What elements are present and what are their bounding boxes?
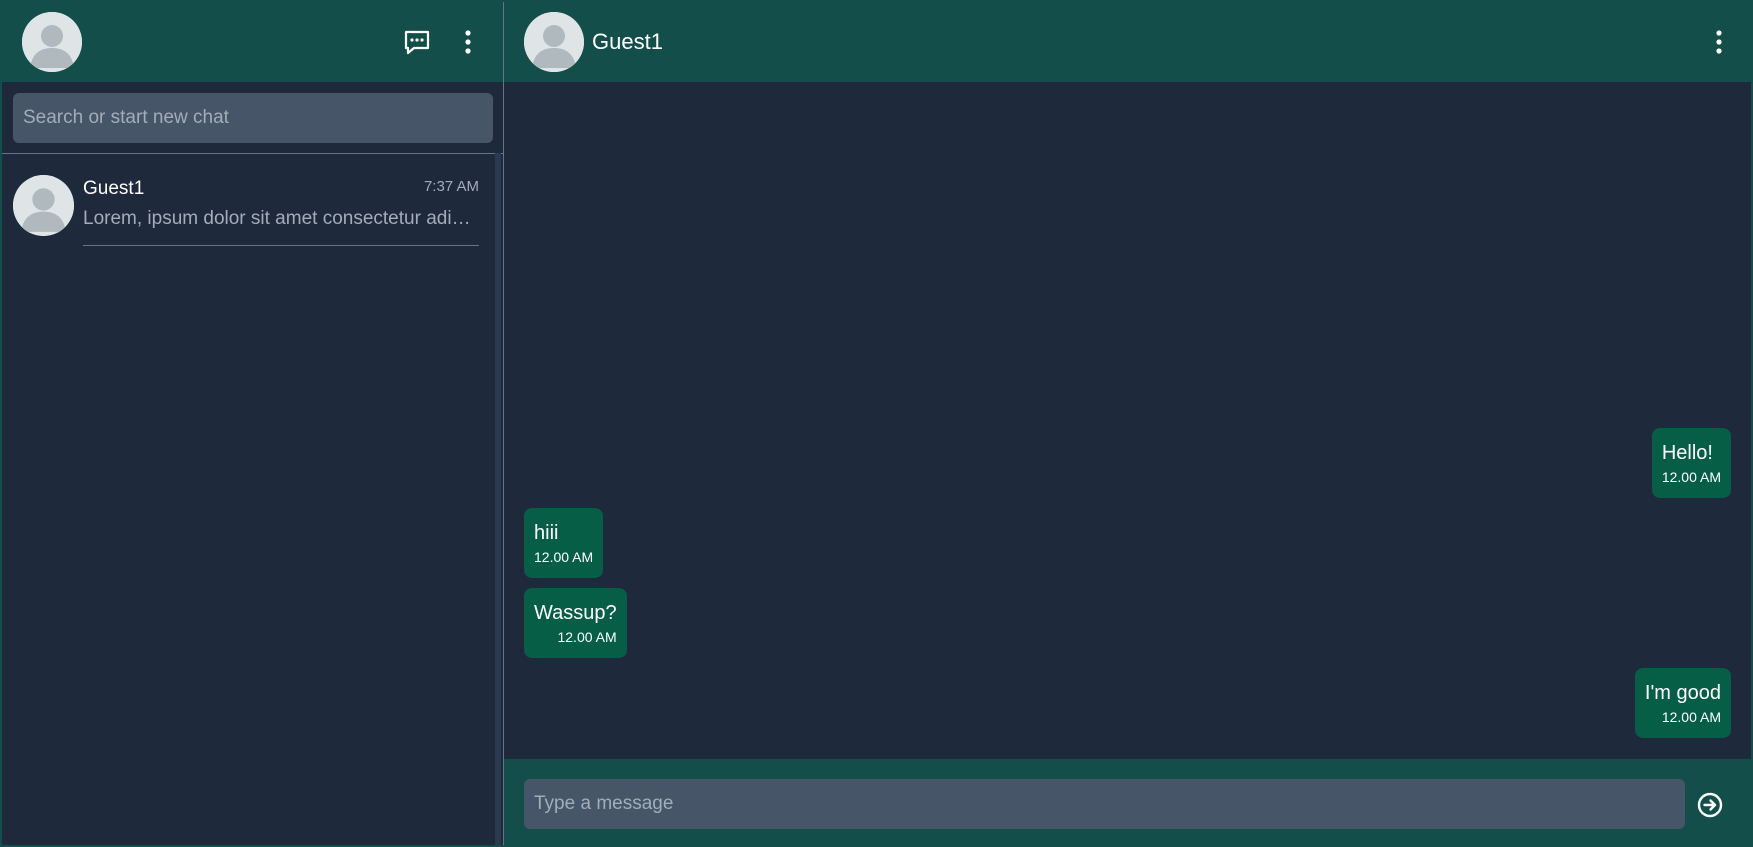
message-time: 12.00 AM <box>534 549 594 565</box>
message-time: 12.00 AM <box>1661 709 1721 725</box>
chat-dots-icon[interactable] <box>402 28 432 56</box>
message-text: I'm good <box>1644 682 1721 704</box>
message-input[interactable] <box>524 779 1685 829</box>
contact-avatar-icon[interactable] <box>524 12 584 72</box>
kebab-menu-icon[interactable] <box>458 28 478 56</box>
message-text: Wassup? <box>534 602 617 624</box>
conversation-header: Guest1 <box>504 2 1751 82</box>
contact-name[interactable]: Guest1 <box>592 29 663 55</box>
sidebar: Guest1 7:37 AM Lorem, ipsum dolor sit am… <box>2 2 504 845</box>
chat-app: Guest1 7:37 AM Lorem, ipsum dolor sit am… <box>0 0 1753 847</box>
message-time: 12.00 AM <box>1661 469 1721 485</box>
search-bar <box>2 82 503 154</box>
outgoing-message: I'm good 12.00 AM <box>1634 668 1731 738</box>
user-avatar-icon[interactable] <box>22 12 82 72</box>
chat-last-message: Lorem, ipsum dolor sit amet consectetur … <box>83 208 479 229</box>
incoming-message: Wassup? 12.00 AM <box>524 588 627 658</box>
contact-avatar-icon <box>13 175 74 236</box>
message-time: 12.00 AM <box>557 629 617 645</box>
conversation-pane: Guest1 Hello! 12.00 AM hiii 12.00 AM Was… <box>504 2 1751 845</box>
chat-timestamp: 7:37 AM <box>423 178 479 195</box>
message-text: Hello! <box>1661 442 1713 464</box>
chat-list-item[interactable]: Guest1 7:37 AM Lorem, ipsum dolor sit am… <box>2 154 494 248</box>
search-input[interactable] <box>13 93 493 143</box>
outgoing-message: Hello! 12.00 AM <box>1651 428 1731 498</box>
incoming-message: hiii 12.00 AM <box>524 508 604 578</box>
message-composer <box>504 759 1751 845</box>
chat-divider <box>83 245 479 246</box>
sidebar-scrollbar[interactable] <box>495 153 501 845</box>
kebab-menu-icon[interactable] <box>1709 28 1729 56</box>
chat-contact-name: Guest1 <box>83 178 145 199</box>
send-arrow-icon[interactable] <box>1696 791 1724 819</box>
message-text: hiii <box>534 522 559 544</box>
sidebar-header <box>2 2 503 82</box>
